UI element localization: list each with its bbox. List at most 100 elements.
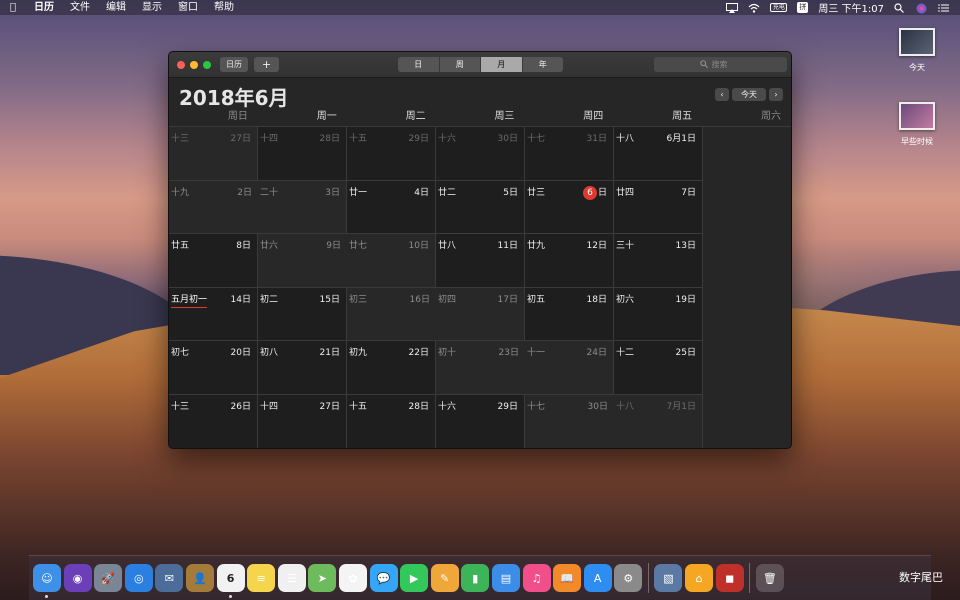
messages-icon[interactable]: 💬 xyxy=(369,564,398,592)
maps-icon[interactable]: ➤ xyxy=(308,564,337,592)
day-cell[interactable]: 十七 31日 xyxy=(525,127,614,181)
next-month-button[interactable]: › xyxy=(769,88,783,101)
day-cell[interactable]: 十八 6月1日 xyxy=(614,127,703,181)
trash-icon[interactable]: 🗑 xyxy=(755,564,784,592)
spotlight-search-icon[interactable] xyxy=(894,2,906,13)
day-cell[interactable]: 十六 29日 xyxy=(436,394,525,448)
day-cell[interactable]: 初二 15日 xyxy=(258,287,347,342)
photo-booth-icon[interactable]: ◼ xyxy=(715,564,744,592)
ibooks-icon[interactable]: 📖 xyxy=(553,564,582,592)
day-cell[interactable]: 初十 23日 xyxy=(436,341,525,395)
search-input[interactable] xyxy=(711,60,742,69)
day-cell[interactable]: 廿五 8日 xyxy=(169,234,258,288)
day-cell[interactable]: 廿九 12日 xyxy=(525,234,614,288)
zoom-window-button[interactable] xyxy=(203,61,211,69)
day-cell[interactable]: 十七 30日 xyxy=(525,394,614,448)
day-cell[interactable]: 廿二 5日 xyxy=(436,180,525,235)
day-cell[interactable]: 初六 19日 xyxy=(614,287,703,342)
tab-week[interactable]: 周 xyxy=(440,57,481,72)
menu-edit[interactable]: 编辑 xyxy=(98,0,134,15)
apple-menu-icon[interactable]:  xyxy=(0,2,26,13)
battery-icon[interactable]: 充电 xyxy=(770,3,788,12)
notification-center-icon[interactable] xyxy=(938,3,950,13)
mail-stamp-icon[interactable]: ✉ xyxy=(155,564,184,592)
menu-file[interactable]: 文件 xyxy=(62,0,98,15)
lunar-date-label: 十三 xyxy=(171,134,190,144)
search-field[interactable] xyxy=(654,57,787,72)
wifi-icon[interactable] xyxy=(748,3,760,13)
day-cell[interactable]: 廿六 9日 xyxy=(258,234,347,288)
day-cell[interactable]: 初七 20日 xyxy=(169,341,258,395)
app-store-icon[interactable]: A xyxy=(583,564,612,592)
tab-day[interactable]: 日 xyxy=(398,57,440,72)
system-preferences-icon[interactable]: ⚙ xyxy=(614,564,643,592)
itunes-icon[interactable]: ♫ xyxy=(522,564,551,592)
home-icon[interactable]: ⌂ xyxy=(685,564,714,592)
day-cell[interactable]: 十九 2日 xyxy=(169,180,258,235)
desktop-screenshot-today[interactable]: 今天 xyxy=(887,28,947,73)
lunar-date-label: 十七 xyxy=(527,401,546,412)
safari-icon[interactable]: ◎ xyxy=(124,564,153,592)
menu-window[interactable]: 窗口 xyxy=(170,0,206,15)
day-cell[interactable]: 廿八 11日 xyxy=(436,234,525,288)
day-cell[interactable]: 初四 17日 xyxy=(436,287,525,342)
day-cell[interactable]: 十八 7月1日 xyxy=(614,394,703,448)
menu-bar:  日历 文件 编辑 显示 窗口 帮助 充电 拼 周三 下午1:07 xyxy=(0,0,960,15)
lunar-date-label: 廿四 xyxy=(616,187,635,198)
add-event-button[interactable]: + xyxy=(254,57,279,72)
day-cell[interactable]: 初九 22日 xyxy=(347,341,436,395)
day-cell[interactable]: 十三 27日 xyxy=(169,127,258,181)
menu-clock[interactable]: 周三 下午1:07 xyxy=(818,0,884,15)
day-cell[interactable]: 十三 26日 xyxy=(169,394,258,448)
day-cell[interactable]: 廿七 10日 xyxy=(347,234,436,288)
date-label: 25日 xyxy=(675,348,696,359)
day-cell[interactable]: 廿一 4日 xyxy=(347,180,436,235)
tab-month[interactable]: 月 xyxy=(481,57,523,72)
lunar-date-label: 初八 xyxy=(260,348,279,359)
today-button[interactable]: 今天 xyxy=(732,88,766,101)
finder-icon[interactable]: ☺ xyxy=(33,564,61,598)
running-indicator xyxy=(228,595,232,598)
day-cell[interactable]: 廿四 7日 xyxy=(614,180,703,235)
menu-help[interactable]: 帮助 xyxy=(206,0,242,15)
minimize-window-button[interactable] xyxy=(190,61,198,69)
day-cell[interactable]: 三十 13日 xyxy=(614,234,703,288)
previous-month-button[interactable]: ‹ xyxy=(715,88,729,101)
airplay-icon[interactable] xyxy=(726,2,739,13)
day-cell[interactable]: 十一 24日 xyxy=(525,341,614,395)
facetime-icon[interactable]: ▶ xyxy=(400,564,429,592)
desktop-screenshot-earlier[interactable]: 早些时候 xyxy=(887,102,947,147)
day-cell[interactable]: 初三 16日 xyxy=(347,287,436,342)
day-cell[interactable]: 十四 27日 xyxy=(258,394,347,448)
calendar-icon[interactable]: 6 xyxy=(216,564,245,598)
day-cell[interactable]: 十四 28日 xyxy=(258,127,347,181)
day-cell[interactable]: 二十 3日 xyxy=(258,180,347,235)
day-cell[interactable]: 十五 29日 xyxy=(347,127,436,181)
tab-year[interactable]: 年 xyxy=(523,57,564,72)
photos-icon[interactable]: ✿ xyxy=(338,564,367,592)
reminders-icon[interactable]: ☰ xyxy=(277,564,306,592)
day-cell[interactable]: 初五 18日 xyxy=(525,287,614,342)
day-cell[interactable]: 十六 30日 xyxy=(436,127,525,181)
lunar-date-label: 廿二 xyxy=(438,187,457,198)
contacts-icon[interactable]: 👤 xyxy=(185,564,214,592)
notes-icon[interactable]: ≡ xyxy=(247,564,276,592)
day-cell[interactable]: 初八 21日 xyxy=(258,341,347,395)
siri-icon[interactable] xyxy=(916,3,928,13)
preview-icon[interactable]: ▧ xyxy=(654,564,683,592)
day-cell-today[interactable]: 廿三 6 日 xyxy=(525,180,614,235)
calendars-button[interactable]: 日历 xyxy=(220,57,248,72)
day-cell[interactable]: 十五 28日 xyxy=(347,394,436,448)
close-window-button[interactable] xyxy=(177,61,185,69)
siri-icon[interactable]: ◉ xyxy=(63,564,92,592)
input-method-icon[interactable]: 拼 xyxy=(797,2,809,13)
pages-icon[interactable]: ✎ xyxy=(430,564,459,592)
date-label: 13日 xyxy=(675,241,696,252)
day-cell[interactable]: 五月初一 14日 xyxy=(169,287,258,342)
keynote-icon[interactable]: ▤ xyxy=(491,564,520,592)
launchpad-icon[interactable]: 🚀 xyxy=(94,564,123,592)
day-cell[interactable]: 十二 25日 xyxy=(614,341,703,395)
menu-calendar[interactable]: 日历 xyxy=(26,0,62,15)
numbers-icon[interactable]: ▮ xyxy=(461,564,490,592)
menu-view[interactable]: 显示 xyxy=(134,0,170,15)
